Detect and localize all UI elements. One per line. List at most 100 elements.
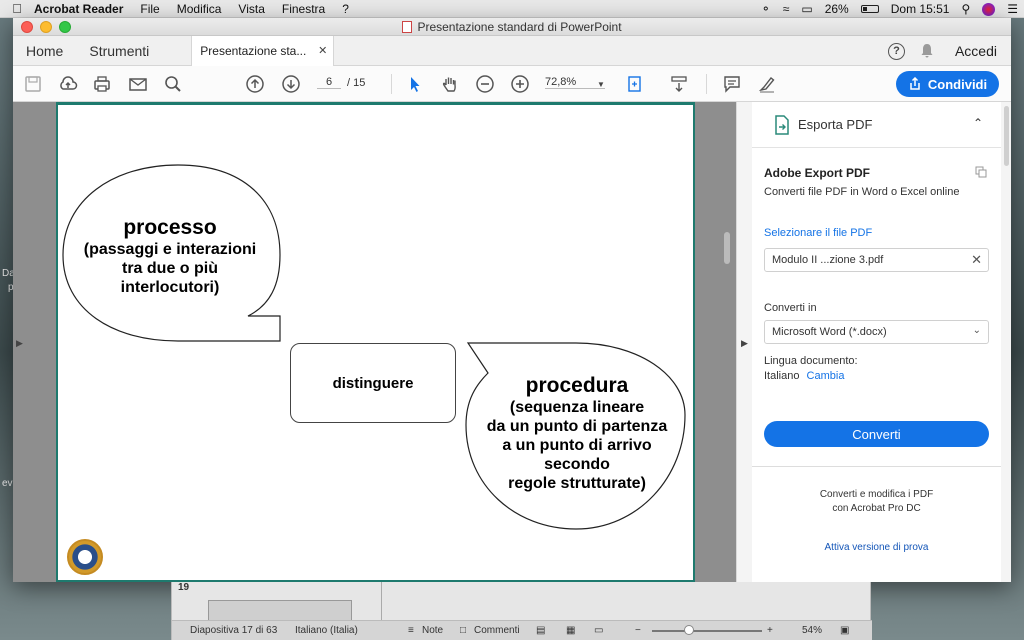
search-icon[interactable] — [163, 74, 183, 94]
hand-tool-icon[interactable] — [440, 74, 460, 94]
battery-icon[interactable] — [860, 5, 879, 13]
slide-counter: Diapositiva 17 di 63 — [190, 625, 278, 636]
center-box-label: distinguere — [332, 374, 414, 392]
page-number-input[interactable] — [317, 76, 341, 89]
panel-divider — [752, 466, 1001, 467]
clock[interactable]: Dom 15:51 — [891, 2, 950, 16]
toolbar-divider — [391, 74, 392, 94]
menu-file[interactable]: File — [140, 2, 159, 16]
menu-help[interactable]: ? — [342, 2, 349, 16]
zoom-in-icon[interactable] — [510, 74, 530, 94]
zoom-window-button[interactable] — [59, 21, 71, 33]
notes-button[interactable]: Note — [422, 625, 443, 636]
normal-view-icon[interactable]: ▤ — [536, 625, 545, 636]
pane-divider — [381, 582, 382, 620]
pdf-page: processo (passaggi e interazioni tra due… — [56, 102, 695, 582]
reading-view-icon[interactable]: ▭ — [594, 625, 603, 636]
select-file-label: Selezionare il file PDF — [764, 227, 873, 239]
apple-icon[interactable]:  — [0, 1, 34, 16]
export-pdf-panel: Esporta PDF ⌃ Adobe Export PDF Converti … — [752, 102, 1001, 582]
bubble-right-line: secondo — [544, 456, 610, 473]
collapse-pane-icon[interactable]: ▶ — [741, 338, 748, 349]
next-page-icon[interactable] — [281, 74, 301, 94]
mail-icon[interactable] — [128, 74, 148, 94]
language-status[interactable]: Italiano (Italia) — [295, 625, 358, 636]
zoom-in-icon[interactable]: + — [767, 625, 773, 636]
siri-icon[interactable] — [982, 2, 996, 16]
cloud-upload-icon[interactable] — [58, 74, 78, 94]
tab-document[interactable]: Presentazione sta... ✕ — [191, 35, 335, 66]
help-icon[interactable]: ? — [887, 42, 905, 60]
zoom-level-select[interactable]: 72,8% — [545, 76, 605, 89]
print-icon[interactable] — [92, 74, 112, 94]
window-title: Presentazione standard di PowerPoint — [417, 19, 622, 34]
scroll-mode-icon[interactable] — [669, 74, 689, 94]
powerpoint-status-bar: Diapositiva 17 di 63 Italiano (Italia) ≡… — [172, 620, 872, 640]
notes-icon[interactable]: ≡ — [408, 625, 414, 636]
spotlight-icon[interactable]: ⚲ — [961, 2, 970, 16]
page-total: / 15 — [347, 77, 366, 89]
selected-file-name: Modulo II ...zione 3.pdf — [772, 254, 884, 266]
export-pdf-header[interactable]: Esporta PDF ⌃ — [752, 102, 1001, 148]
tab-tools[interactable]: Strumenti — [76, 36, 162, 66]
zoom-slider[interactable] — [652, 630, 762, 632]
tab-home[interactable]: Home — [13, 36, 76, 66]
selected-file-field[interactable]: Modulo II ...zione 3.pdf ✕ — [764, 248, 989, 272]
share-button[interactable]: Condividi — [896, 71, 999, 97]
bubble-right-line: da un punto di partenza — [486, 418, 668, 435]
select-cursor-icon[interactable] — [405, 74, 425, 94]
sign-in-link[interactable]: Accedi — [955, 43, 997, 59]
save-icon[interactable] — [23, 74, 43, 94]
clear-file-icon[interactable]: ✕ — [971, 249, 982, 271]
start-trial-link[interactable]: Attiva versione di prova — [752, 542, 1001, 553]
close-tab-icon[interactable]: ✕ — [318, 44, 327, 57]
vertical-scrollbar[interactable] — [724, 232, 730, 264]
comment-icon[interactable] — [722, 74, 742, 94]
pane-scrollbar[interactable] — [1004, 106, 1009, 166]
close-window-button[interactable] — [21, 21, 33, 33]
menu-app-name[interactable]: Acrobat Reader — [34, 2, 123, 16]
change-language-link[interactable]: Cambia — [807, 370, 845, 382]
tab-bar: Home Strumenti Presentazione sta... ✕ ? … — [13, 35, 1011, 66]
export-pdf-header-label: Esporta PDF — [798, 117, 873, 132]
zoom-slider-handle[interactable] — [684, 625, 694, 635]
battery-percent[interactable]: 26% — [825, 2, 849, 16]
language-label: Lingua documento: — [764, 355, 858, 367]
background-powerpoint-window: 19 Diapositiva 17 di 63 Italiano (Italia… — [171, 582, 872, 640]
convert-button[interactable]: Converti — [764, 421, 989, 447]
menu-finestra[interactable]: Finestra — [282, 2, 325, 16]
creative-cloud-icon[interactable]: ⚬ — [761, 2, 771, 16]
expand-left-panel-icon[interactable]: ▶ — [16, 338, 23, 349]
menu-vista[interactable]: Vista — [238, 2, 264, 16]
zoom-out-icon[interactable]: − — [635, 625, 641, 636]
slide-sorter-icon[interactable]: ▦ — [566, 625, 575, 636]
wifi-icon[interactable]: ≈ — [783, 2, 790, 16]
minimize-window-button[interactable] — [40, 21, 52, 33]
share-icon — [910, 77, 920, 90]
chevron-up-icon[interactable]: ⌃ — [973, 116, 983, 130]
copy-icon[interactable] — [975, 166, 987, 178]
language-value: Italiano — [764, 370, 800, 382]
menu-modifica[interactable]: Modifica — [177, 2, 222, 16]
comments-icon[interactable]: □ — [460, 625, 466, 636]
zoom-out-icon[interactable] — [475, 74, 495, 94]
document-area[interactable]: ▶ processo (passaggi e interazioni tra d… — [13, 102, 736, 582]
export-pdf-icon — [775, 114, 789, 135]
highlight-pen-icon[interactable] — [757, 74, 777, 94]
slide-thumbnail[interactable] — [208, 600, 352, 622]
chevron-down-icon: ⌄ — [972, 325, 981, 336]
chevron-down-icon[interactable]: ▼ — [597, 80, 605, 89]
acrobat-window: Presentazione standard di PowerPoint Hom… — [13, 18, 1011, 582]
fit-slide-icon[interactable]: ▣ — [840, 625, 849, 636]
previous-page-icon[interactable] — [245, 74, 265, 94]
comments-button[interactable]: Commenti — [474, 625, 520, 636]
language-row: Italiano Cambia — [764, 370, 844, 382]
notification-center-icon[interactable]: ☰ — [1007, 2, 1018, 16]
page-fit-icon[interactable] — [625, 74, 645, 94]
airplay-icon[interactable]: ▭ — [801, 2, 812, 16]
format-select-value: Microsoft Word (*.docx) — [772, 326, 887, 338]
bell-icon[interactable] — [919, 43, 935, 59]
promo-line: con Acrobat Pro DC — [832, 503, 921, 514]
zoom-level[interactable]: 54% — [802, 625, 822, 636]
format-select[interactable]: Microsoft Word (*.docx) ⌄ — [764, 320, 989, 344]
